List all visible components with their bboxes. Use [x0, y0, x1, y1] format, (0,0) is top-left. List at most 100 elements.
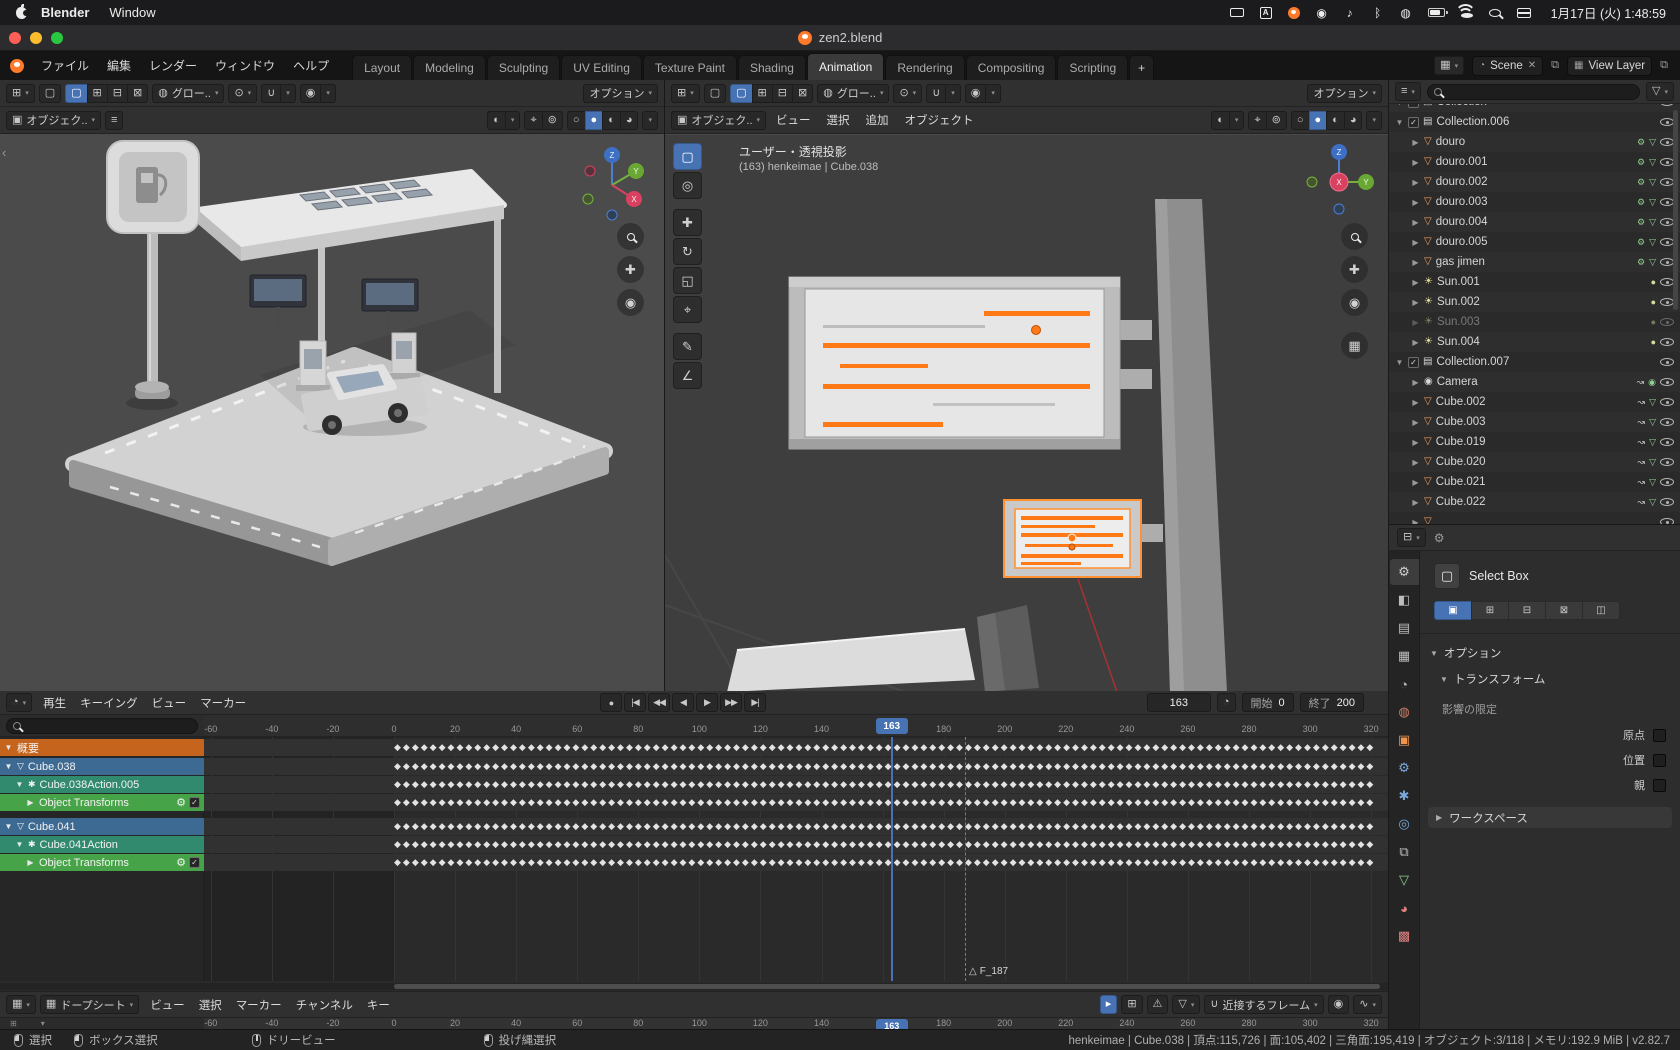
- outliner-row[interactable]: ▶▽douro.004⚙▽: [1389, 212, 1680, 232]
- visibility-dropdown-right[interactable]: ▾: [1229, 111, 1245, 130]
- spotlight-icon[interactable]: [1489, 9, 1501, 17]
- tab-tool[interactable]: ⚙: [1390, 559, 1419, 585]
- hide-in-viewport-eye-icon[interactable]: [1660, 138, 1674, 146]
- expander-icon[interactable]: ▶: [1411, 178, 1420, 187]
- outliner-row[interactable]: ▶▽Cube.019↝▽: [1389, 432, 1680, 452]
- mode-dropdown-right[interactable]: ▣オブジェク..▾: [671, 111, 766, 130]
- timeline-editor-type-button[interactable]: ◔▾: [6, 693, 32, 712]
- affect-checkbox[interactable]: [1653, 754, 1666, 767]
- tool-options-popover-right[interactable]: オプション▾: [1307, 84, 1382, 103]
- channel-expander-icon[interactable]: ▶: [26, 798, 35, 807]
- workspace-tab-sculpting[interactable]: Sculpting: [487, 55, 560, 80]
- channel-search-input[interactable]: [6, 718, 198, 734]
- tab-world[interactable]: ◍: [1390, 699, 1419, 725]
- view-layer-selector[interactable]: ▦ View Layer: [1567, 56, 1652, 76]
- select-mode-subtract-right[interactable]: ⊟: [772, 84, 793, 103]
- playback-menu-0[interactable]: 再生: [36, 695, 73, 711]
- affect-checkbox[interactable]: [1653, 729, 1666, 742]
- expander-icon[interactable]: ▶: [1411, 138, 1420, 147]
- channel-row[interactable]: ▼▽Cube.038: [0, 758, 204, 775]
- hide-in-viewport-eye-icon[interactable]: [1660, 338, 1674, 346]
- sound-muted-icon[interactable]: ♪: [1344, 6, 1356, 20]
- workspace-tab-animation[interactable]: Animation: [807, 53, 884, 80]
- playback-menu-3[interactable]: マーカー: [193, 695, 253, 711]
- channel-expander-icon[interactable]: ▼: [4, 743, 13, 752]
- channel-expander-icon[interactable]: ▶: [26, 858, 35, 867]
- show-errors-toggle[interactable]: ⚠: [1147, 995, 1169, 1014]
- tab-physics[interactable]: ◎: [1390, 811, 1419, 837]
- viewport-right-canvas[interactable]: ユーザー・透視投影 (163) henkeimae | Cube.038 ▢◎✚…: [665, 135, 1388, 691]
- channel-row[interactable]: ▼✱Cube.038Action.005: [0, 776, 204, 793]
- outliner-row[interactable]: ▶▽Cube.020↝▽: [1389, 452, 1680, 472]
- expander-icon[interactable]: ▶: [1411, 318, 1420, 327]
- timeline-strip[interactable]: ⊞▾ -60-40-200204060801001201401802002202…: [0, 1018, 1388, 1029]
- workspace-tab-uv-editing[interactable]: UV Editing: [561, 55, 642, 80]
- expander-icon[interactable]: ▼: [1395, 118, 1404, 127]
- battery-icon[interactable]: [1428, 8, 1445, 17]
- outliner-row[interactable]: ▶▽douro.002⚙▽: [1389, 172, 1680, 192]
- hide-in-viewport-eye-icon[interactable]: [1660, 518, 1674, 525]
- select-mode-set-right[interactable]: ▢: [730, 84, 752, 103]
- blender-menu-icon[interactable]: [10, 59, 24, 73]
- shading-wireframe-left[interactable]: ○: [567, 111, 586, 130]
- toolbar-collapsed-arrow[interactable]: ‹: [2, 145, 6, 160]
- hide-in-viewport-eye-icon[interactable]: [1660, 438, 1674, 446]
- channel-expander-icon[interactable]: ▼: [4, 762, 13, 771]
- outliner-row[interactable]: ▶▽: [1389, 512, 1680, 525]
- dopesheet-menu-4[interactable]: キー: [360, 997, 397, 1013]
- collection-checkbox[interactable]: ✓: [1408, 357, 1419, 368]
- tab-object[interactable]: ▣: [1390, 727, 1419, 753]
- hide-in-viewport-eye-icon[interactable]: [1660, 318, 1674, 326]
- hide-in-viewport-eye-icon[interactable]: [1660, 218, 1674, 226]
- outliner-row[interactable]: ▶▽gas jimen⚙▽: [1389, 252, 1680, 272]
- user-switch-icon[interactable]: ◍: [1400, 6, 1412, 20]
- expander-icon[interactable]: ▶: [1411, 258, 1420, 267]
- game-controller-icon[interactable]: ◉: [1316, 6, 1328, 20]
- channel-row[interactable]: ▶Object Transforms⚙✓: [0, 854, 204, 871]
- cursor-tool[interactable]: ◎: [673, 172, 702, 199]
- hide-in-viewport-eye-icon[interactable]: [1660, 278, 1674, 286]
- hide-in-viewport-eye-icon[interactable]: [1660, 478, 1674, 486]
- transform-tool[interactable]: ⌖: [673, 296, 702, 323]
- expander-icon[interactable]: ▶: [1411, 198, 1420, 207]
- collection-checkbox[interactable]: ✓: [1408, 117, 1419, 128]
- select-mode-extend-left[interactable]: ⊞: [87, 84, 108, 103]
- tab-output[interactable]: ▤: [1390, 615, 1419, 641]
- select-box-tool[interactable]: ▢: [673, 143, 702, 170]
- outliner-row[interactable]: ▶☀Sun.001●: [1389, 272, 1680, 292]
- dopesheet-editor-type-button[interactable]: ▦▾: [6, 995, 36, 1014]
- mode-dropdown-left[interactable]: ▣オブジェク..▾: [6, 111, 101, 130]
- outliner-row[interactable]: ▶▽Cube.003↝▽: [1389, 412, 1680, 432]
- vp-menu-1-right[interactable]: 選択: [821, 112, 856, 128]
- outliner-row[interactable]: ▶▽douro.005⚙▽: [1389, 232, 1680, 252]
- wifi-icon[interactable]: [1461, 13, 1473, 18]
- hide-in-viewport-eye-icon[interactable]: [1660, 158, 1674, 166]
- workspace-tab-modeling[interactable]: Modeling: [413, 55, 486, 80]
- jump-to-end-button[interactable]: ▶|: [744, 693, 766, 712]
- properties-editor-type-button[interactable]: ⊟▾: [1397, 528, 1426, 547]
- vp-editor-type-left[interactable]: ⊞▾: [6, 84, 35, 103]
- workspace-tab-scripting[interactable]: Scripting: [1057, 55, 1128, 80]
- playback-menu-2[interactable]: ビュー: [145, 695, 194, 711]
- navigation-gizmo-left[interactable]: Z Y X: [580, 137, 650, 227]
- zoom-button[interactable]: [617, 223, 644, 250]
- snap-toggle-right[interactable]: ∪: [926, 84, 946, 103]
- expander-icon[interactable]: ▶: [1411, 378, 1420, 387]
- prev-keyframe-button[interactable]: ◀◀: [648, 693, 670, 712]
- dopesheet-menu-0[interactable]: ビュー: [143, 997, 192, 1013]
- transform-section-header[interactable]: ▼トランスフォーム: [1440, 671, 1545, 687]
- camera-view-button[interactable]: ◉: [617, 289, 644, 316]
- workspace-tab-rendering[interactable]: Rendering: [885, 55, 964, 80]
- snap-dropdown-right[interactable]: ▾: [945, 84, 961, 103]
- outliner-row[interactable]: ▶☀Sun.003●: [1389, 312, 1680, 332]
- channel-modifier-icon[interactable]: ⚙: [176, 856, 186, 869]
- shading-solid-right[interactable]: ●: [1309, 111, 1328, 130]
- hide-in-viewport-eye-icon[interactable]: [1660, 238, 1674, 246]
- proportional-falloff-left[interactable]: ▾: [320, 84, 336, 103]
- channel-row[interactable]: ▼✱Cube.041Action: [0, 836, 204, 853]
- hide-in-viewport-eye-icon[interactable]: [1660, 378, 1674, 386]
- expander-icon[interactable]: ▼: [1395, 358, 1404, 367]
- screen-layout-button[interactable]: ▦▾: [1434, 56, 1464, 75]
- hide-in-viewport-eye-icon[interactable]: [1660, 418, 1674, 426]
- outliner-row[interactable]: ▶▽Cube.022↝▽: [1389, 492, 1680, 512]
